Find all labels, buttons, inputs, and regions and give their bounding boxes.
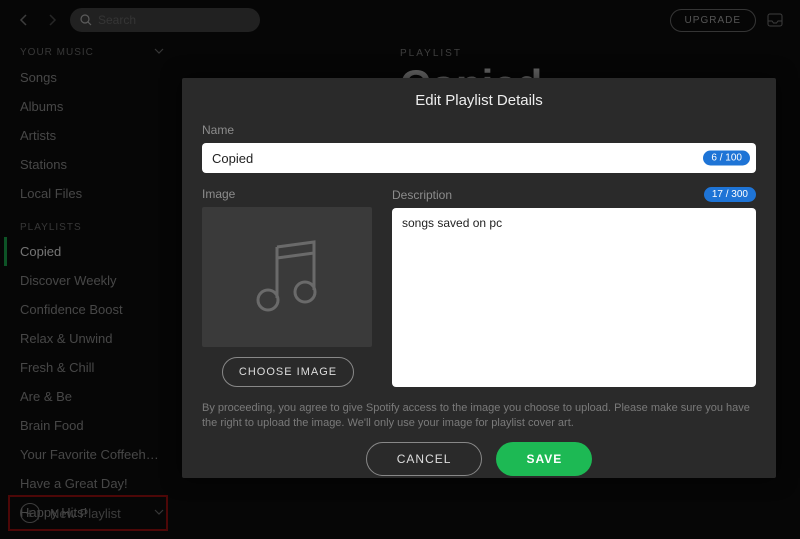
modal-title: Edit Playlist Details (202, 92, 756, 109)
image-label: Image (202, 187, 374, 201)
description-label: Description (392, 188, 452, 202)
cancel-button[interactable]: CANCEL (366, 442, 483, 476)
app-root: UPGRADE YOUR MUSIC Songs Albums Artists … (0, 0, 800, 539)
playlist-description-input[interactable] (392, 208, 756, 387)
save-button[interactable]: SAVE (496, 442, 592, 476)
name-counter-badge: 6 / 100 (703, 151, 750, 166)
description-counter-badge: 17 / 300 (704, 187, 756, 202)
playlist-name-input[interactable] (202, 143, 756, 173)
image-placeholder[interactable] (202, 207, 372, 347)
edit-playlist-modal: Edit Playlist Details Name 6 / 100 Image (182, 78, 776, 478)
choose-image-button[interactable]: CHOOSE IMAGE (222, 357, 354, 387)
disclaimer-text: By proceeding, you agree to give Spotify… (202, 401, 756, 432)
name-label: Name (202, 123, 756, 137)
music-note-icon (242, 232, 332, 322)
